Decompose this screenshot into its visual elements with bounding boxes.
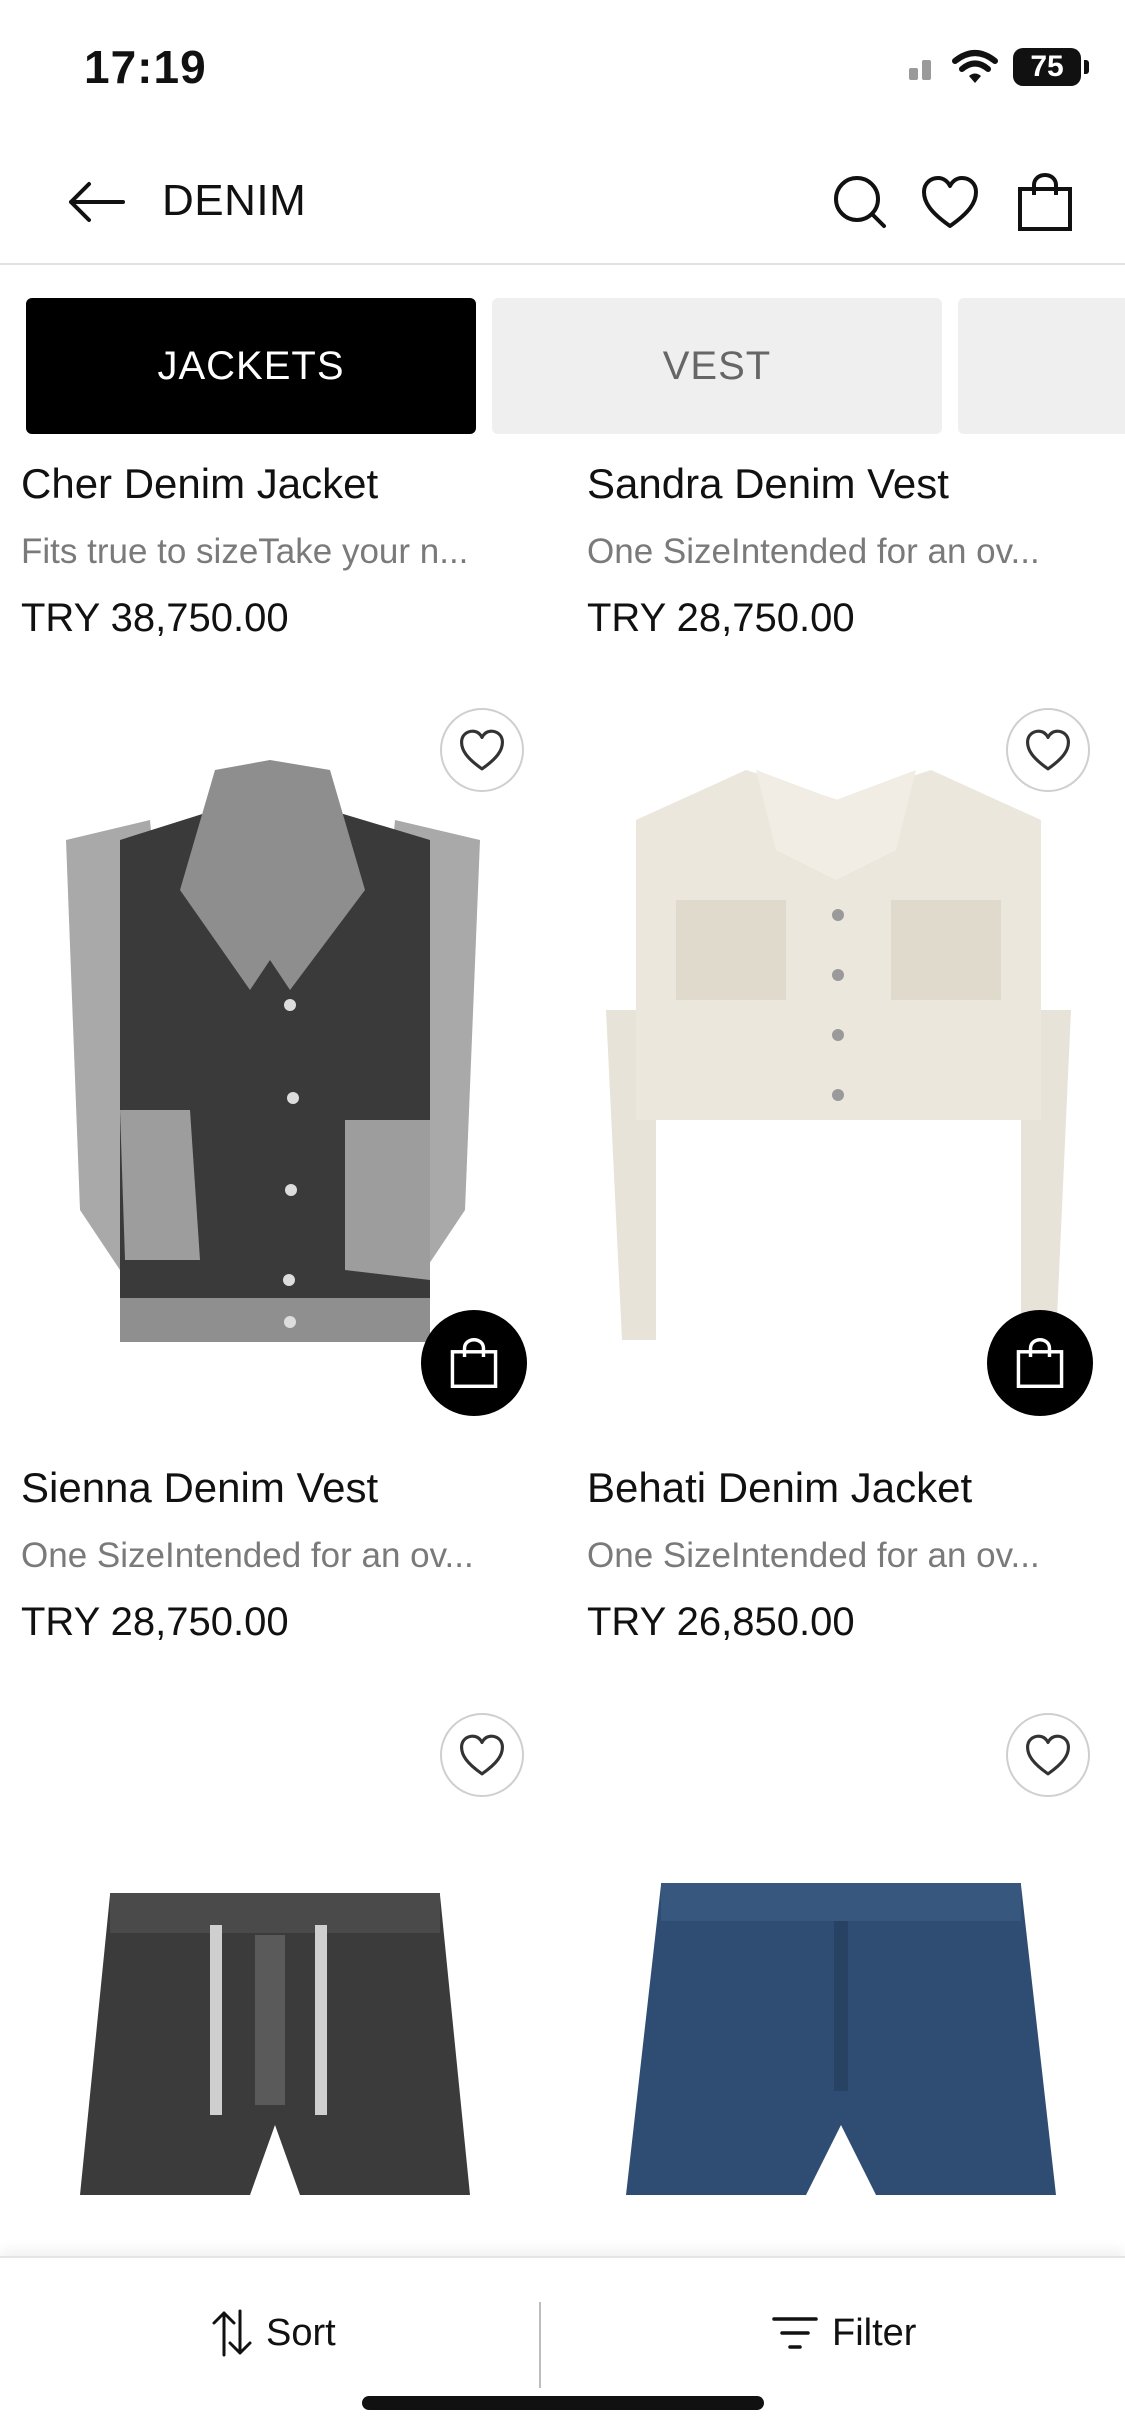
heart-icon xyxy=(922,176,978,228)
add-to-bag-button[interactable] xyxy=(421,1310,527,1416)
product-card[interactable]: Cher Denim Jacket Fits true to sizeTake … xyxy=(0,440,545,660)
filter-label: Filter xyxy=(832,2311,917,2354)
heart-icon xyxy=(1025,1734,1070,1776)
product-price: TRY 26,850.00 xyxy=(587,1600,855,1644)
sort-button[interactable]: Sort xyxy=(210,2298,336,2368)
tab-more[interactable] xyxy=(958,298,1125,434)
bottom-divider xyxy=(539,2302,541,2388)
product-description: Fits true to sizeTake your n... xyxy=(21,532,469,571)
shopping-bag-icon xyxy=(1018,172,1072,231)
page-title: DENIM xyxy=(162,176,307,225)
product-card[interactable] xyxy=(0,1695,545,2256)
signal-icon xyxy=(909,60,931,80)
product-image[interactable] xyxy=(566,690,1111,1400)
cart-button[interactable] xyxy=(1007,164,1083,240)
wishlist-button[interactable] xyxy=(912,164,988,240)
product-description: One SizeIntended for an ov... xyxy=(587,1536,1040,1575)
status-bar: 17:19 75 xyxy=(0,0,1125,140)
arrow-left-icon xyxy=(69,182,125,222)
search-icon xyxy=(834,176,886,228)
heart-icon xyxy=(460,729,504,771)
product-image[interactable] xyxy=(0,690,545,1400)
shopping-bag-icon xyxy=(450,1337,498,1388)
wishlist-toggle[interactable] xyxy=(440,708,524,792)
jacket-image xyxy=(606,770,1071,1340)
product-name: Sandra Denim Vest xyxy=(587,460,949,507)
heart-icon xyxy=(460,1734,504,1776)
add-to-bag-button[interactable] xyxy=(987,1310,1093,1416)
tab-jackets[interactable]: JACKETS xyxy=(26,298,476,434)
sort-label: Sort xyxy=(266,2311,336,2354)
filter-button[interactable]: Filter xyxy=(770,2298,916,2368)
product-card[interactable]: Sienna Denim Vest One SizeIntended for a… xyxy=(0,690,545,1670)
home-indicator xyxy=(362,2396,764,2410)
search-button[interactable] xyxy=(822,164,898,240)
wifi-icon xyxy=(952,50,998,83)
product-price: TRY 28,750.00 xyxy=(21,1600,289,1644)
product-description: One SizeIntended for an ov... xyxy=(587,532,1040,571)
top-nav: DENIM xyxy=(0,140,1125,265)
product-name: Cher Denim Jacket xyxy=(21,460,379,507)
product-card[interactable]: Behati Denim Jacket One SizeIntended for… xyxy=(566,690,1111,1670)
wishlist-toggle[interactable] xyxy=(440,1713,524,1797)
shopping-bag-icon xyxy=(1016,1337,1064,1388)
wishlist-toggle[interactable] xyxy=(1006,1713,1090,1797)
tab-vest[interactable]: VEST xyxy=(492,298,942,434)
filter-lines-icon xyxy=(772,2317,818,2349)
product-name: Behati Denim Jacket xyxy=(587,1464,973,1511)
product-card[interactable]: Sandra Denim Vest One SizeIntended for a… xyxy=(566,440,1111,660)
wishlist-toggle[interactable] xyxy=(1006,708,1090,792)
status-icons: 75 xyxy=(907,48,1089,86)
battery-indicator: 75 xyxy=(1013,48,1089,86)
product-card[interactable] xyxy=(566,1695,1111,2256)
sort-arrows-icon xyxy=(212,2309,252,2357)
product-price: TRY 28,750.00 xyxy=(587,596,855,640)
product-price: TRY 38,750.00 xyxy=(21,596,289,640)
product-name: Sienna Denim Vest xyxy=(21,1464,379,1511)
back-button[interactable] xyxy=(56,170,136,234)
status-time: 17:19 xyxy=(84,41,207,93)
vest-image xyxy=(66,760,480,1342)
category-tabs: JACKETS VEST xyxy=(26,298,1125,434)
product-description: One SizeIntended for an ov... xyxy=(21,1536,474,1575)
heart-icon xyxy=(1025,729,1070,771)
